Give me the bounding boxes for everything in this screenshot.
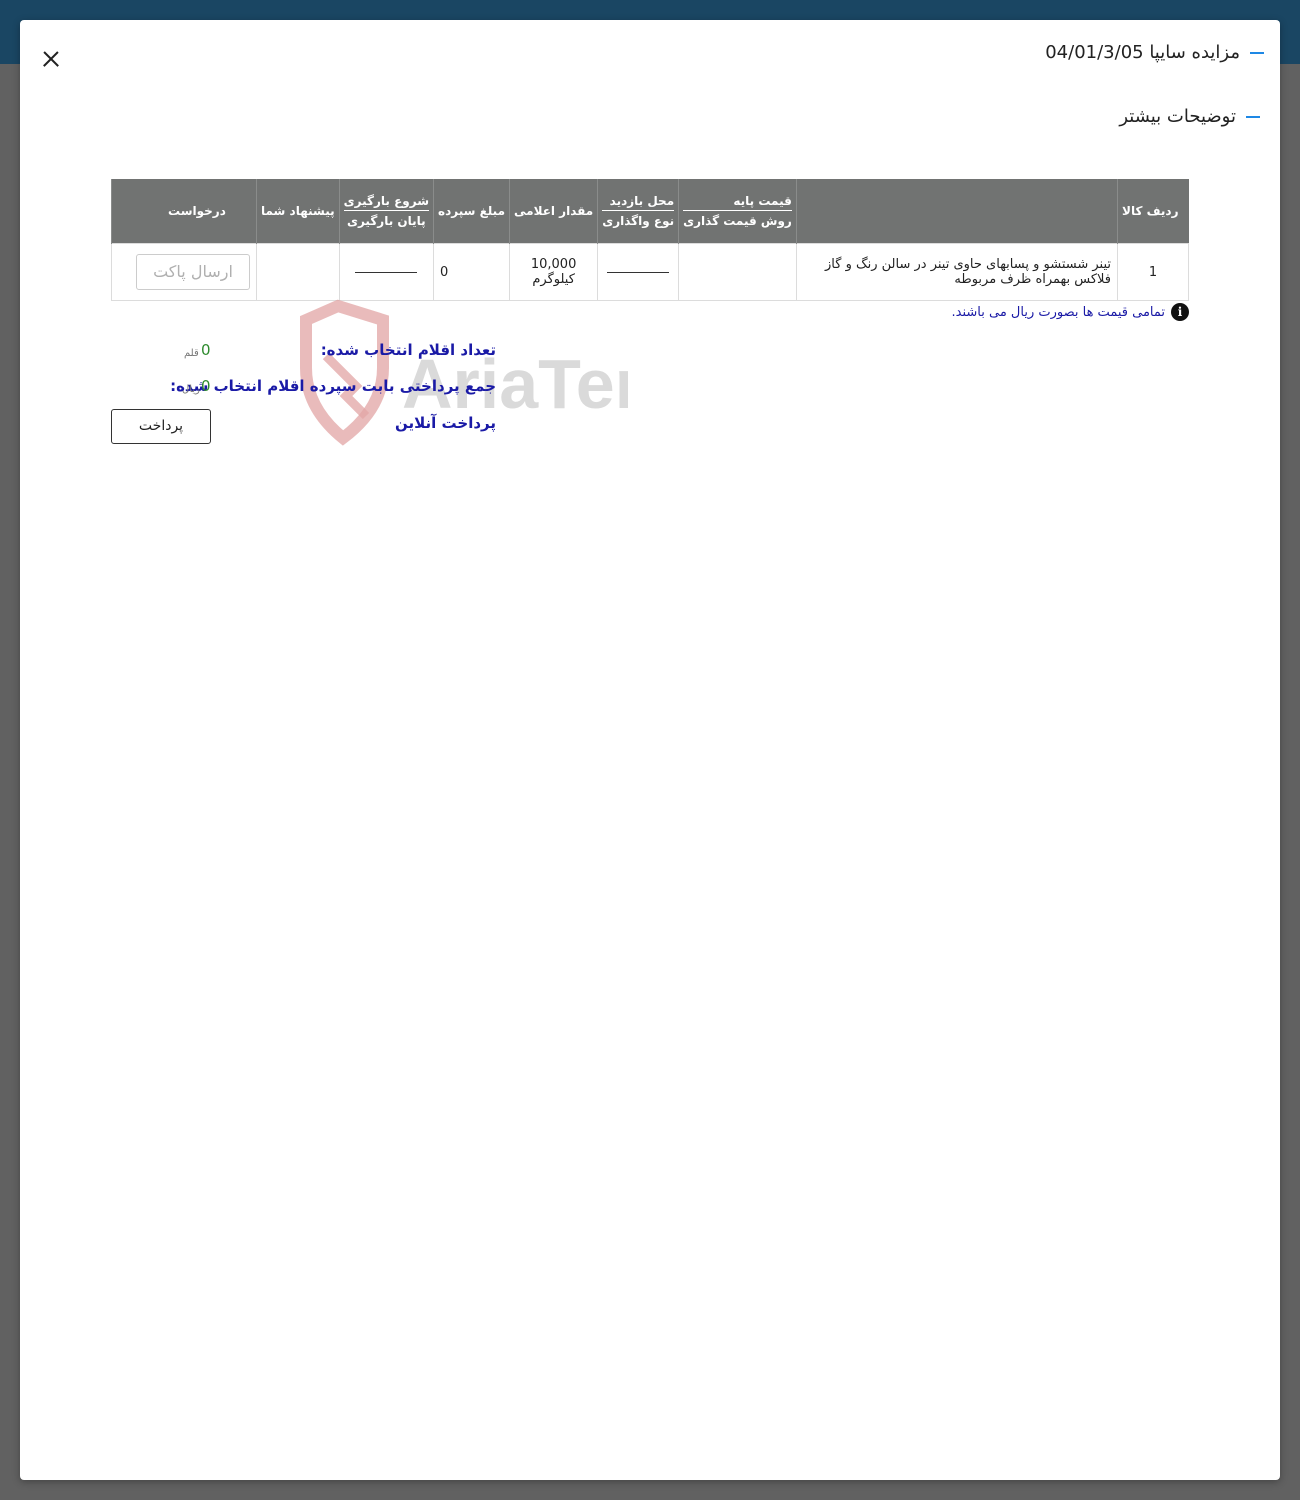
col-visit-place: محل بازدید نوع واگذاری bbox=[597, 179, 679, 244]
payment-total-value: 0 bbox=[201, 377, 211, 395]
online-payment-link[interactable]: پرداخت آنلاین bbox=[395, 414, 496, 432]
col-base-price: قیمت پایه روش قیمت گذاری bbox=[678, 179, 797, 244]
modal-title: مزایده سایپا 04/01/3/05 bbox=[1045, 42, 1264, 63]
row-quantity: 10,000 کیلوگرم bbox=[509, 243, 599, 301]
table-row: 1 تینر شستشو و پسابهای حاوی تینر در سالن… bbox=[111, 243, 1189, 301]
pay-button[interactable]: پرداخت bbox=[111, 409, 211, 444]
row-request: ارسال پاکت bbox=[111, 243, 257, 301]
row-item-description: تینر شستشو و پسابهای حاوی تینر در سالن ر… bbox=[795, 243, 1119, 301]
selected-count-label: تعداد اقلام انتخاب شده: bbox=[320, 341, 496, 359]
close-icon[interactable] bbox=[40, 48, 62, 70]
row-deposit: 0 bbox=[432, 243, 511, 301]
row-quantity-value: 10,000 bbox=[530, 257, 577, 272]
col-loading-start-label: شروع بارگیری bbox=[343, 194, 429, 211]
payment-total-unit: ریال bbox=[182, 384, 200, 395]
empty-dash bbox=[355, 271, 418, 273]
send-packet-button[interactable]: ارسال پاکت bbox=[136, 254, 250, 290]
details-modal: مزایده سایپا 04/01/3/05 توضیحات بیشتر رد… bbox=[20, 20, 1280, 1480]
empty-dash bbox=[607, 271, 670, 273]
currency-note: i تمامی قیمت ها بصورت ریال می باشند. bbox=[951, 303, 1189, 321]
row-quantity-unit: کیلوگرم bbox=[532, 272, 575, 287]
section-dash-icon bbox=[1246, 115, 1260, 118]
row-index: 1 bbox=[1117, 243, 1189, 301]
selected-count-value: 0 bbox=[201, 341, 211, 359]
col-assign-type-label: نوع واگذاری bbox=[602, 214, 675, 228]
title-dash-icon bbox=[1250, 51, 1264, 54]
row-loading bbox=[338, 243, 435, 301]
col-pricing-method-label: روش قیمت گذاری bbox=[683, 214, 792, 228]
table-header-row: ردیف کالا قیمت پایه روش قیمت گذاری محل ب… bbox=[111, 179, 1189, 244]
selected-count-unit: قلم bbox=[184, 348, 199, 359]
row-your-offer bbox=[256, 243, 340, 301]
modal-title-text: مزایده سایپا 04/01/3/05 bbox=[1045, 42, 1240, 63]
col-loading: شروع بارگیری پایان بارگیری bbox=[338, 179, 434, 244]
col-your-offer: پیشنهاد شما bbox=[256, 179, 340, 244]
col-deposit-amount: مبلغ سپرده bbox=[432, 179, 510, 244]
section-title[interactable]: توضیحات بیشتر bbox=[1119, 106, 1260, 127]
info-icon: i bbox=[1171, 303, 1189, 321]
col-announced-qty: مقدار اعلامی bbox=[509, 179, 598, 244]
currency-note-text: تمامی قیمت ها بصورت ریال می باشند. bbox=[951, 304, 1166, 320]
col-description bbox=[795, 179, 1118, 244]
col-visit-place-label: محل بازدید bbox=[602, 194, 675, 211]
row-base-price bbox=[678, 243, 797, 301]
row-visit-place bbox=[597, 243, 680, 301]
col-row-item: ردیف کالا bbox=[1117, 179, 1189, 244]
col-loading-end-label: پایان بارگیری bbox=[346, 214, 426, 228]
col-base-price-label: قیمت پایه bbox=[683, 194, 792, 211]
items-table: ردیف کالا قیمت پایه روش قیمت گذاری محل ب… bbox=[111, 179, 1189, 301]
col-request: درخواست bbox=[111, 179, 257, 244]
payment-total-label: جمع پرداختی بابت سپرده اقلام انتخاب شده: bbox=[170, 377, 496, 395]
section-title-text: توضیحات بیشتر bbox=[1119, 106, 1236, 127]
